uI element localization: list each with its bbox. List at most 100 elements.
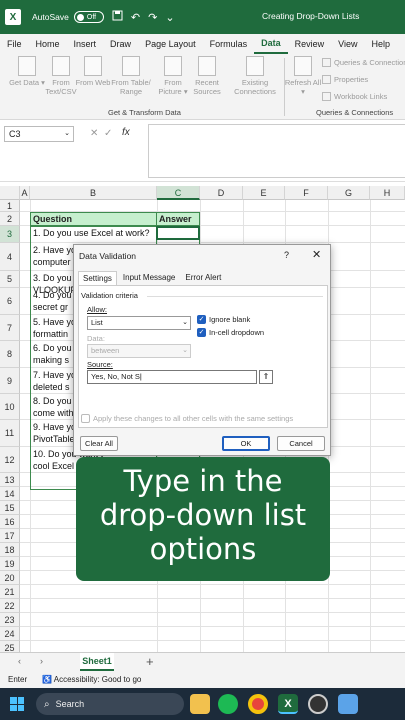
- data-select: between ⌄: [87, 344, 191, 358]
- spotify-icon[interactable]: [218, 694, 238, 714]
- column-header-d[interactable]: D: [200, 186, 243, 200]
- active-cell-c3[interactable]: [156, 226, 200, 240]
- taskbar-search[interactable]: ⌕ Search: [36, 693, 184, 715]
- in-cell-dropdown-checkbox[interactable]: ✓ In-cell dropdown: [197, 328, 264, 337]
- refresh-all-button[interactable]: Refresh All ▾: [284, 56, 322, 96]
- cancel-button[interactable]: Cancel: [277, 436, 325, 451]
- row-header-15[interactable]: 15: [0, 501, 20, 515]
- formula-input[interactable]: [148, 124, 405, 178]
- row-header-1[interactable]: 1: [0, 200, 20, 212]
- data-validation-dialog: Data Validation ? ✕ Settings Input Messa…: [73, 244, 331, 456]
- dialog-title: Data Validation: [79, 251, 137, 261]
- save-icon[interactable]: [112, 10, 123, 24]
- column-header-h[interactable]: H: [370, 186, 405, 200]
- chrome-icon[interactable]: [248, 694, 268, 714]
- obs-icon[interactable]: [308, 694, 328, 714]
- recent-sources-button[interactable]: Recent Sources: [188, 56, 226, 96]
- row-header-13[interactable]: 13: [0, 473, 20, 487]
- row-header-3[interactable]: 3: [0, 226, 20, 243]
- row-header-4[interactable]: 4: [0, 243, 20, 271]
- collapse-dialog-button[interactable]: ⇑: [259, 370, 273, 384]
- row-header-23[interactable]: 23: [0, 613, 20, 627]
- from-picture-button[interactable]: From Picture ▾: [154, 56, 192, 96]
- row-header-6[interactable]: 6: [0, 288, 20, 315]
- row-header-16[interactable]: 16: [0, 515, 20, 529]
- from-table-range-button[interactable]: From Table/ Range: [108, 56, 154, 96]
- ok-button[interactable]: OK: [222, 436, 270, 451]
- row-header-20[interactable]: 20: [0, 571, 20, 585]
- accessibility-status[interactable]: ♿ Accessibility: Good to go: [42, 675, 141, 684]
- row-header-8[interactable]: 8: [0, 341, 20, 368]
- menu-draw[interactable]: Draw: [103, 34, 138, 54]
- insert-function-button[interactable]: fx: [122, 127, 130, 138]
- allow-select[interactable]: List ⌄: [87, 316, 191, 330]
- file-explorer-icon[interactable]: [190, 694, 210, 714]
- menu-formulas[interactable]: Formulas: [203, 34, 255, 54]
- row-header-24[interactable]: 24: [0, 627, 20, 641]
- row-header-12[interactable]: 12: [0, 447, 20, 473]
- get-data-label: Get Data ▾: [9, 78, 45, 87]
- start-icon[interactable]: [10, 697, 24, 711]
- column-header-c[interactable]: C: [157, 186, 200, 200]
- sheet-tab-sheet1[interactable]: Sheet1: [80, 653, 114, 671]
- close-icon[interactable]: ✕: [312, 248, 321, 261]
- menu-help[interactable]: Help: [365, 34, 398, 54]
- apply-all-checkbox[interactable]: Apply these changes to all other cells w…: [81, 414, 293, 423]
- get-data-button[interactable]: Get Data ▾: [8, 56, 46, 87]
- question-header-cell[interactable]: Question: [30, 212, 157, 226]
- column-header-e[interactable]: E: [243, 186, 285, 200]
- workbook-links-button[interactable]: Workbook Links: [322, 92, 387, 101]
- add-sheet-icon[interactable]: +: [146, 654, 154, 669]
- question-text[interactable]: 1. Do you use Excel at work?: [31, 228, 156, 238]
- menu-insert[interactable]: Insert: [67, 34, 104, 54]
- prev-sheet-icon[interactable]: ‹: [18, 656, 21, 666]
- menu-home[interactable]: Home: [29, 34, 67, 54]
- settings-panel: Validation criteria Allow: List ⌄ Data: b…: [78, 285, 328, 428]
- help-icon[interactable]: ?: [284, 250, 289, 260]
- from-web-button[interactable]: From Web: [74, 56, 112, 87]
- row-header-10[interactable]: 10: [0, 394, 20, 420]
- row-header-25[interactable]: 25: [0, 641, 20, 652]
- column-header-a[interactable]: A: [20, 186, 30, 200]
- properties-button[interactable]: Properties: [322, 75, 368, 84]
- select-all-corner[interactable]: [0, 186, 20, 200]
- queries-connections-button[interactable]: Queries & Connections: [322, 58, 405, 67]
- answer-header-cell[interactable]: Answer: [156, 212, 200, 226]
- redo-icon[interactable]: ↷: [148, 11, 157, 24]
- undo-icon[interactable]: ↶: [131, 11, 140, 24]
- row-header-5[interactable]: 5: [0, 271, 20, 288]
- tab-input-message[interactable]: Input Message: [119, 271, 179, 285]
- next-sheet-icon[interactable]: ›: [40, 656, 43, 666]
- column-header-g[interactable]: G: [328, 186, 370, 200]
- pictures-icon[interactable]: [338, 694, 358, 714]
- existing-connections-button[interactable]: Existing Connections: [232, 56, 278, 96]
- row-header-21[interactable]: 21: [0, 585, 20, 599]
- ignore-blank-checkbox[interactable]: ✓ Ignore blank: [197, 315, 250, 324]
- menu-file[interactable]: File: [0, 34, 29, 54]
- row-header-22[interactable]: 22: [0, 599, 20, 613]
- source-input[interactable]: Yes, No, Not S|: [87, 370, 257, 384]
- tab-settings[interactable]: Settings: [78, 271, 117, 285]
- excel-icon[interactable]: X: [278, 694, 298, 714]
- menu-view[interactable]: View: [331, 34, 364, 54]
- row-header-9[interactable]: 9: [0, 368, 20, 394]
- autosave-toggle[interactable]: Off: [73, 11, 104, 23]
- name-box[interactable]: C3 ⌄: [4, 126, 74, 142]
- cancel-entry-icon[interactable]: ✕: [90, 128, 98, 139]
- menu-page-layout[interactable]: Page Layout: [138, 34, 203, 54]
- customize-icon[interactable]: ⌄: [165, 11, 174, 24]
- tab-error-alert[interactable]: Error Alert: [181, 271, 225, 285]
- row-header-14[interactable]: 14: [0, 487, 20, 501]
- row-header-17[interactable]: 17: [0, 529, 20, 543]
- clear-all-button[interactable]: Clear All: [80, 436, 118, 451]
- column-header-f[interactable]: F: [285, 186, 328, 200]
- menu-review[interactable]: Review: [288, 34, 332, 54]
- row-header-11[interactable]: 11: [0, 420, 20, 447]
- row-header-7[interactable]: 7: [0, 315, 20, 341]
- row-header-2[interactable]: 2: [0, 212, 20, 226]
- row-header-19[interactable]: 19: [0, 557, 20, 571]
- menu-data[interactable]: Data: [254, 34, 288, 54]
- row-header-18[interactable]: 18: [0, 543, 20, 557]
- confirm-entry-icon[interactable]: ✓: [104, 128, 112, 139]
- column-header-b[interactable]: B: [30, 186, 157, 200]
